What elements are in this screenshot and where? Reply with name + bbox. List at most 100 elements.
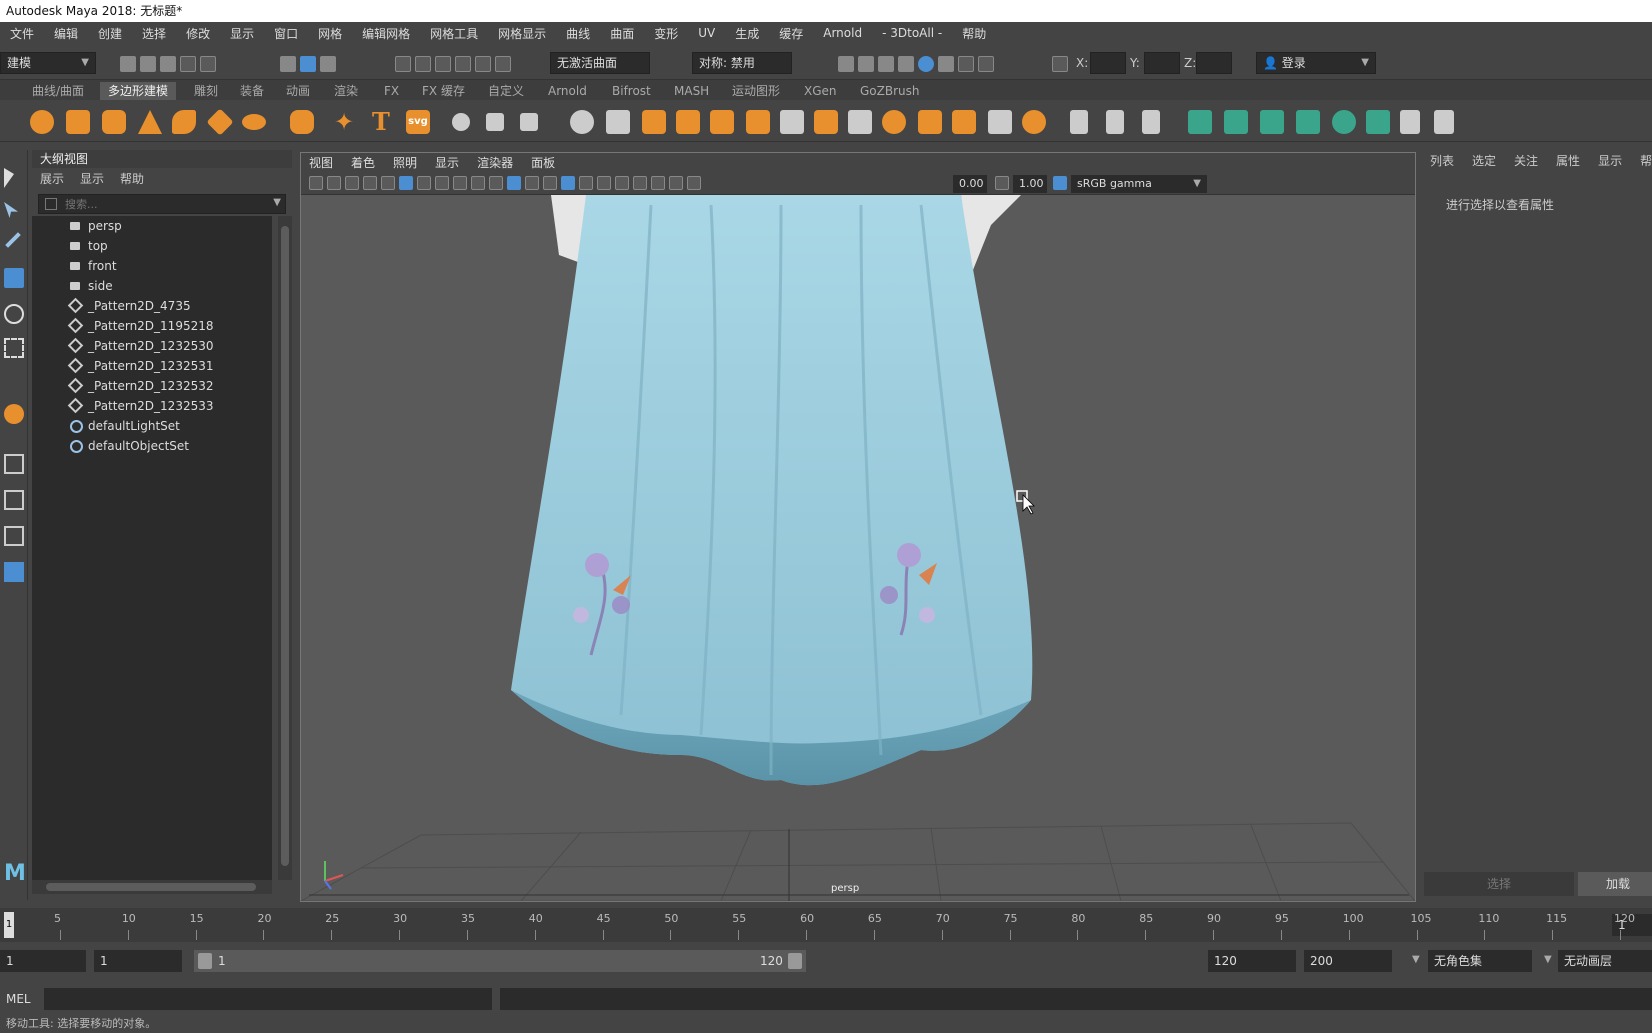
safe-action-icon[interactable] [453, 176, 467, 190]
filter-icon[interactable] [45, 198, 57, 210]
boolean-icon[interactable] [710, 110, 734, 134]
menu-item[interactable]: Arnold [813, 26, 872, 40]
panel-menu-item[interactable]: 属性 [1556, 150, 1580, 172]
shelf-tab[interactable]: XGen [796, 82, 845, 100]
chevron-down-icon[interactable]: ▼ [1412, 954, 1420, 965]
grid-toggle-icon[interactable] [399, 176, 413, 190]
new-scene-icon[interactable] [120, 56, 136, 72]
menu-item[interactable]: 创建 [88, 25, 132, 42]
exposure-icon[interactable] [687, 176, 701, 190]
svg-icon[interactable]: svg [406, 110, 430, 134]
outliner-vscroll[interactable] [278, 216, 292, 880]
outliner-layout-icon[interactable] [4, 562, 24, 582]
outliner-hscroll[interactable] [32, 880, 272, 894]
hypershade-icon[interactable] [918, 56, 934, 72]
bridge-icon[interactable] [780, 110, 804, 134]
z-field[interactable] [1196, 52, 1232, 74]
sweep-mesh-icon[interactable]: ✦ [334, 110, 358, 134]
uv-editor-icon[interactable] [1366, 110, 1390, 134]
colorspace-dropdown[interactable]: sRGB gamma ▼ [1071, 175, 1207, 193]
menu-item[interactable]: 缓存 [769, 25, 813, 42]
menu-item[interactable]: 网格 [308, 25, 352, 42]
current-frame-marker[interactable]: 1 [4, 912, 14, 938]
soft-select-icon[interactable] [4, 404, 24, 424]
single-view-icon[interactable] [4, 454, 24, 474]
chevron-down-icon[interactable]: ▼ [1544, 954, 1552, 965]
character-set-dropdown[interactable]: 无角色集 [1428, 950, 1532, 972]
poly-cylinder-icon[interactable] [102, 110, 126, 134]
panel-menu-item[interactable]: 显示 [435, 153, 459, 173]
arnold-render-icon[interactable] [958, 56, 974, 72]
login-dropdown[interactable]: 👤 登录 ▼ [1256, 52, 1376, 74]
panel-menu-item[interactable]: 列表 [1430, 150, 1454, 172]
shelf-tab[interactable]: Bifrost [604, 82, 659, 100]
select-component-icon[interactable] [320, 56, 336, 72]
paint-select-icon[interactable] [5, 232, 21, 248]
panel-menu-item[interactable]: 着色 [351, 153, 375, 173]
panel-menu-item[interactable]: 帮助 [120, 168, 144, 190]
menu-item[interactable]: 曲线 [556, 25, 600, 42]
outliner-item[interactable]: _Pattern2D_1232533 [32, 396, 272, 416]
outliner-item[interactable]: top [32, 236, 272, 256]
menu-item[interactable]: 帮助 [952, 25, 996, 42]
extrude-icon[interactable] [746, 110, 770, 134]
outliner-item[interactable]: side [32, 276, 272, 296]
safe-title-icon[interactable] [471, 176, 485, 190]
save-scene-icon[interactable] [160, 56, 176, 72]
render-sequence-icon[interactable] [858, 56, 874, 72]
menu-item[interactable]: 修改 [176, 25, 220, 42]
planar-map-icon[interactable] [1188, 110, 1212, 134]
menu-item[interactable]: 编辑 [44, 25, 88, 42]
shelf-tab[interactable]: 雕刻 [186, 82, 226, 100]
ambient-occlusion-icon[interactable] [615, 176, 629, 190]
merge-icon[interactable] [918, 110, 942, 134]
fill-hole-icon[interactable] [882, 110, 906, 134]
shelf-tab[interactable]: Arnold [540, 82, 595, 100]
poly-platonic-icon[interactable] [290, 110, 314, 134]
color-management-icon[interactable] [1053, 176, 1067, 190]
poly-cone-icon[interactable] [138, 110, 162, 134]
menu-item[interactable]: 文件 [0, 25, 44, 42]
panel-menu-item[interactable]: 展示 [40, 168, 64, 190]
reset-transform-icon[interactable] [520, 113, 538, 131]
panel-menu-item[interactable]: 显示 [1598, 150, 1622, 172]
automatic-map-icon[interactable] [1296, 110, 1320, 134]
render-frame-icon[interactable] [838, 56, 854, 72]
snap-point-icon[interactable] [435, 56, 451, 72]
freeze-transform-icon[interactable] [486, 113, 504, 131]
camera-attributes-icon[interactable] [327, 176, 341, 190]
shelf-tab[interactable]: FX 缓存 [414, 82, 473, 100]
panel-menu-item[interactable]: 照明 [393, 153, 417, 173]
menu-item[interactable]: 网格显示 [488, 25, 556, 42]
menu-item[interactable]: 网格工具 [420, 25, 488, 42]
outliner-item[interactable]: _Pattern2D_1232532 [32, 376, 272, 396]
shelf-tab[interactable]: 渲染 [326, 82, 366, 100]
menu-item[interactable]: 生成 [725, 25, 769, 42]
cylindrical-map-icon[interactable] [1224, 110, 1248, 134]
center-pivot-icon[interactable] [452, 113, 470, 131]
poly-plane-icon[interactable] [206, 108, 234, 136]
image-plane-icon[interactable] [363, 176, 377, 190]
gamma-field[interactable]: 1.00 [1013, 175, 1047, 193]
mode-dropdown[interactable]: 建模 ▼ [0, 52, 96, 74]
offset-edge-loop-icon[interactable] [1142, 110, 1160, 134]
poly-disc-icon[interactable] [242, 114, 266, 130]
collapse-icon[interactable] [952, 110, 976, 134]
menu-item[interactable]: UV [688, 26, 725, 40]
default-material-icon[interactable] [525, 176, 539, 190]
panel-menu-item[interactable]: 帮助 [1640, 150, 1652, 172]
lighting-icon[interactable] [579, 176, 593, 190]
menu-item[interactable]: 编辑网格 [352, 25, 420, 42]
poly-sphere-icon[interactable] [30, 110, 54, 134]
outliner-item[interactable]: _Pattern2D_1232531 [32, 356, 272, 376]
combine-icon[interactable] [570, 110, 594, 134]
range-slider[interactable]: 1 120 [194, 950, 806, 972]
symmetry-dropdown[interactable]: 对称: 禁用 [692, 52, 792, 74]
range-end-handle[interactable] [788, 953, 802, 969]
two-view-icon[interactable] [4, 526, 24, 546]
range-start-handle[interactable] [198, 953, 212, 969]
smooth-shade-icon[interactable] [507, 176, 521, 190]
start-frame-field[interactable]: 1 [0, 950, 86, 972]
xray-joints-icon[interactable] [669, 176, 683, 190]
redo-icon[interactable] [200, 56, 216, 72]
